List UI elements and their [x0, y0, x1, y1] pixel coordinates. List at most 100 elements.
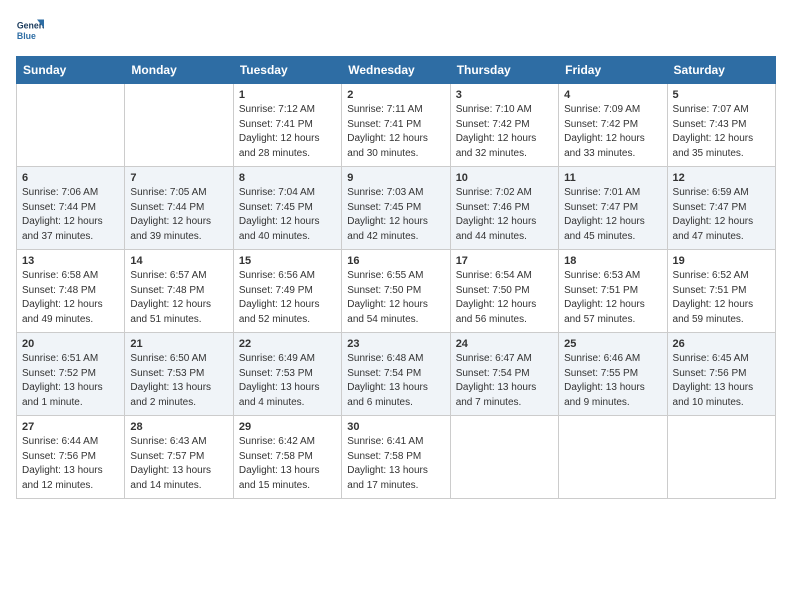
day-info: Sunrise: 6:41 AM Sunset: 7:58 PM Dayligh…: [347, 435, 444, 493]
calendar-cell: [559, 416, 667, 499]
day-info: Sunrise: 7:12 AM Sunset: 7:41 PM Dayligh…: [239, 103, 336, 161]
day-number: 11: [564, 172, 661, 184]
day-info: Sunrise: 7:02 AM Sunset: 7:46 PM Dayligh…: [456, 186, 553, 244]
calendar-week-row: 6 Sunrise: 7:06 AM Sunset: 7:44 PM Daylig…: [17, 167, 776, 250]
day-number: 9: [347, 172, 444, 184]
day-info: Sunrise: 6:52 AM Sunset: 7:51 PM Dayligh…: [673, 269, 770, 327]
calendar-cell: 22 Sunrise: 6:49 AM Sunset: 7:53 PM Dayli…: [233, 333, 341, 416]
day-number: 3: [456, 89, 553, 101]
day-number: 13: [22, 255, 119, 267]
day-info: Sunrise: 6:50 AM Sunset: 7:53 PM Dayligh…: [130, 352, 227, 410]
day-number: 6: [22, 172, 119, 184]
day-number: 28: [130, 421, 227, 433]
calendar-cell: 30 Sunrise: 6:41 AM Sunset: 7:58 PM Dayli…: [342, 416, 450, 499]
calendar-cell: 20 Sunrise: 6:51 AM Sunset: 7:52 PM Dayli…: [17, 333, 125, 416]
day-info: Sunrise: 6:46 AM Sunset: 7:55 PM Dayligh…: [564, 352, 661, 410]
day-number: 22: [239, 338, 336, 350]
day-info: Sunrise: 6:55 AM Sunset: 7:50 PM Dayligh…: [347, 269, 444, 327]
calendar-week-row: 27 Sunrise: 6:44 AM Sunset: 7:56 PM Dayli…: [17, 416, 776, 499]
calendar-cell: [450, 416, 558, 499]
calendar-cell: 3 Sunrise: 7:10 AM Sunset: 7:42 PM Daylig…: [450, 84, 558, 167]
day-number: 17: [456, 255, 553, 267]
calendar-cell: [17, 84, 125, 167]
logo: General Blue: [16, 16, 48, 44]
day-info: Sunrise: 6:59 AM Sunset: 7:47 PM Dayligh…: [673, 186, 770, 244]
day-number: 20: [22, 338, 119, 350]
day-number: 29: [239, 421, 336, 433]
day-info: Sunrise: 6:47 AM Sunset: 7:54 PM Dayligh…: [456, 352, 553, 410]
day-number: 5: [673, 89, 770, 101]
day-number: 10: [456, 172, 553, 184]
calendar-table: SundayMondayTuesdayWednesdayThursdayFrid…: [16, 56, 776, 499]
calendar-cell: 2 Sunrise: 7:11 AM Sunset: 7:41 PM Daylig…: [342, 84, 450, 167]
day-number: 14: [130, 255, 227, 267]
calendar-header-row: SundayMondayTuesdayWednesdayThursdayFrid…: [17, 57, 776, 84]
calendar-cell: 15 Sunrise: 6:56 AM Sunset: 7:49 PM Dayli…: [233, 250, 341, 333]
calendar-cell: 13 Sunrise: 6:58 AM Sunset: 7:48 PM Dayli…: [17, 250, 125, 333]
calendar-cell: 5 Sunrise: 7:07 AM Sunset: 7:43 PM Daylig…: [667, 84, 775, 167]
day-info: Sunrise: 6:56 AM Sunset: 7:49 PM Dayligh…: [239, 269, 336, 327]
calendar-cell: 10 Sunrise: 7:02 AM Sunset: 7:46 PM Dayli…: [450, 167, 558, 250]
day-info: Sunrise: 6:54 AM Sunset: 7:50 PM Dayligh…: [456, 269, 553, 327]
calendar-cell: 18 Sunrise: 6:53 AM Sunset: 7:51 PM Dayli…: [559, 250, 667, 333]
calendar-cell: 12 Sunrise: 6:59 AM Sunset: 7:47 PM Dayli…: [667, 167, 775, 250]
day-number: 15: [239, 255, 336, 267]
logo-icon: General Blue: [16, 16, 44, 44]
day-number: 12: [673, 172, 770, 184]
day-number: 23: [347, 338, 444, 350]
day-header-thursday: Thursday: [450, 57, 558, 84]
day-number: 27: [22, 421, 119, 433]
svg-text:Blue: Blue: [17, 31, 36, 41]
day-header-tuesday: Tuesday: [233, 57, 341, 84]
calendar-cell: 11Sunrise: 7:01 AM Sunset: 7:47 PM Dayli…: [559, 167, 667, 250]
day-info: Sunrise: 7:10 AM Sunset: 7:42 PM Dayligh…: [456, 103, 553, 161]
calendar-cell: 21 Sunrise: 6:50 AM Sunset: 7:53 PM Dayli…: [125, 333, 233, 416]
day-header-friday: Friday: [559, 57, 667, 84]
day-number: 7: [130, 172, 227, 184]
day-info: Sunrise: 6:58 AM Sunset: 7:48 PM Dayligh…: [22, 269, 119, 327]
day-info: Sunrise: 7:07 AM Sunset: 7:43 PM Dayligh…: [673, 103, 770, 161]
page-header: General Blue: [16, 16, 776, 44]
calendar-cell: 1 Sunrise: 7:12 AM Sunset: 7:41 PM Daylig…: [233, 84, 341, 167]
calendar-cell: 24Sunrise: 6:47 AM Sunset: 7:54 PM Dayli…: [450, 333, 558, 416]
calendar-cell: 8Sunrise: 7:04 AM Sunset: 7:45 PM Daylig…: [233, 167, 341, 250]
day-number: 8: [239, 172, 336, 184]
calendar-cell: 28 Sunrise: 6:43 AM Sunset: 7:57 PM Dayli…: [125, 416, 233, 499]
day-info: Sunrise: 7:11 AM Sunset: 7:41 PM Dayligh…: [347, 103, 444, 161]
day-info: Sunrise: 6:48 AM Sunset: 7:54 PM Dayligh…: [347, 352, 444, 410]
calendar-cell: 17 Sunrise: 6:54 AM Sunset: 7:50 PM Dayli…: [450, 250, 558, 333]
day-info: Sunrise: 7:06 AM Sunset: 7:44 PM Dayligh…: [22, 186, 119, 244]
calendar-cell: 16 Sunrise: 6:55 AM Sunset: 7:50 PM Dayli…: [342, 250, 450, 333]
calendar-cell: 4 Sunrise: 7:09 AM Sunset: 7:42 PM Daylig…: [559, 84, 667, 167]
calendar-cell: 6 Sunrise: 7:06 AM Sunset: 7:44 PM Daylig…: [17, 167, 125, 250]
day-number: 16: [347, 255, 444, 267]
calendar-cell: 26Sunrise: 6:45 AM Sunset: 7:56 PM Dayli…: [667, 333, 775, 416]
day-header-saturday: Saturday: [667, 57, 775, 84]
day-info: Sunrise: 6:44 AM Sunset: 7:56 PM Dayligh…: [22, 435, 119, 493]
day-info: Sunrise: 7:03 AM Sunset: 7:45 PM Dayligh…: [347, 186, 444, 244]
calendar-cell: 29Sunrise: 6:42 AM Sunset: 7:58 PM Dayli…: [233, 416, 341, 499]
day-info: Sunrise: 6:51 AM Sunset: 7:52 PM Dayligh…: [22, 352, 119, 410]
calendar-cell: 25Sunrise: 6:46 AM Sunset: 7:55 PM Dayli…: [559, 333, 667, 416]
calendar-cell: 23 Sunrise: 6:48 AM Sunset: 7:54 PM Dayli…: [342, 333, 450, 416]
calendar-week-row: 13 Sunrise: 6:58 AM Sunset: 7:48 PM Dayli…: [17, 250, 776, 333]
calendar-cell: 7Sunrise: 7:05 AM Sunset: 7:44 PM Daylig…: [125, 167, 233, 250]
day-info: Sunrise: 7:09 AM Sunset: 7:42 PM Dayligh…: [564, 103, 661, 161]
calendar-week-row: 20 Sunrise: 6:51 AM Sunset: 7:52 PM Dayli…: [17, 333, 776, 416]
day-number: 21: [130, 338, 227, 350]
day-info: Sunrise: 6:57 AM Sunset: 7:48 PM Dayligh…: [130, 269, 227, 327]
day-number: 19: [673, 255, 770, 267]
day-header-sunday: Sunday: [17, 57, 125, 84]
day-info: Sunrise: 6:49 AM Sunset: 7:53 PM Dayligh…: [239, 352, 336, 410]
day-info: Sunrise: 6:43 AM Sunset: 7:57 PM Dayligh…: [130, 435, 227, 493]
day-number: 26: [673, 338, 770, 350]
day-number: 18: [564, 255, 661, 267]
day-header-monday: Monday: [125, 57, 233, 84]
day-number: 30: [347, 421, 444, 433]
day-info: Sunrise: 6:53 AM Sunset: 7:51 PM Dayligh…: [564, 269, 661, 327]
calendar-cell: [667, 416, 775, 499]
day-number: 1: [239, 89, 336, 101]
day-number: 4: [564, 89, 661, 101]
day-number: 2: [347, 89, 444, 101]
calendar-cell: 9 Sunrise: 7:03 AM Sunset: 7:45 PM Daylig…: [342, 167, 450, 250]
